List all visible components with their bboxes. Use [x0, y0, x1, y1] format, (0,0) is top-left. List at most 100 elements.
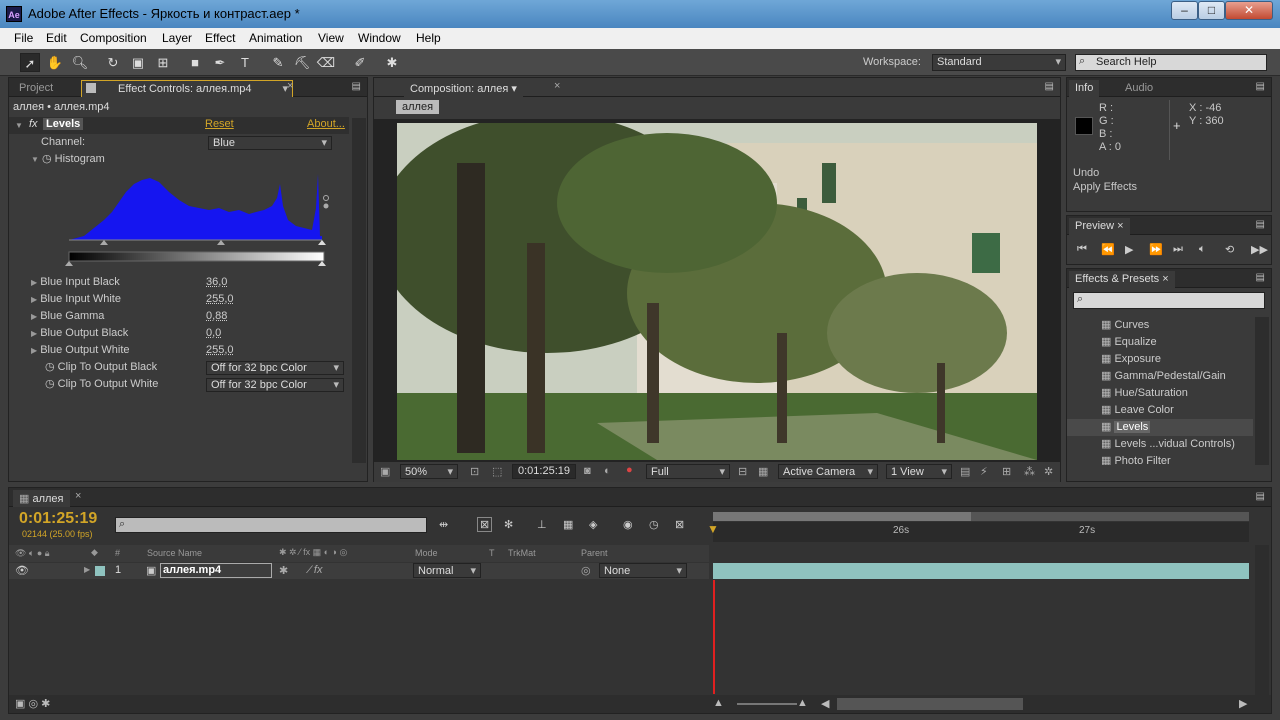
effects-scrollbar[interactable]: [1255, 317, 1269, 465]
work-area-bar[interactable]: [713, 512, 1249, 521]
clip-black-dropdown[interactable]: Off for 32 bpc Color: [206, 361, 344, 375]
list-item[interactable]: ▦ Equalize: [1101, 334, 1157, 351]
pick-whip-icon[interactable]: ◎: [581, 564, 591, 577]
effect-controls-scrollbar[interactable]: [352, 118, 366, 463]
clone-stamp-tool-icon[interactable]: ⛏: [292, 53, 312, 72]
column-t[interactable]: T: [489, 548, 495, 558]
graph-editor-icon[interactable]: ⊠: [675, 518, 684, 531]
visibility-eye-icon[interactable]: 👁︎: [15, 564, 29, 577]
prop-value-gamma[interactable]: 0,88: [206, 308, 227, 325]
view-layout-dropdown[interactable]: 1 View: [886, 464, 952, 480]
list-item[interactable]: ▦ Photo Filter: [1101, 453, 1171, 465]
tab-effect-controls[interactable]: Effect Controls: аллея.mp4 ▾: [81, 80, 293, 97]
panel-menu-icon[interactable]: ▤: [1256, 219, 1265, 230]
first-frame-icon[interactable]: ⏮: [1077, 243, 1087, 256]
always-preview-icon[interactable]: ▣: [380, 465, 390, 478]
zoom-in-icon[interactable]: ▲: [797, 697, 808, 709]
timeline-vscrollbar[interactable]: [1255, 545, 1269, 695]
hide-shy-icon[interactable]: ✻: [504, 518, 513, 531]
panel-menu-icon[interactable]: ▤: [352, 81, 361, 92]
stopwatch-icon[interactable]: ◷: [649, 518, 659, 531]
table-row[interactable]: 👁︎ ▶ 1 ▣ аллея.mp4 ✱ ⁄ fx Normal ◎ None: [9, 563, 709, 579]
list-item[interactable]: ▦ Leave Color: [1101, 402, 1174, 419]
tab-composition[interactable]: Composition: аллея ▾: [404, 80, 523, 97]
label-icon[interactable]: ◆: [91, 547, 98, 558]
prop-row-gamma[interactable]: ▶ Blue Gamma: [31, 308, 104, 325]
histogram[interactable]: [64, 170, 334, 270]
puppet-tool-icon[interactable]: ✱: [382, 53, 402, 72]
color-channels-icon[interactable]: ●: [626, 464, 633, 476]
channel-dropdown[interactable]: Blue: [208, 136, 332, 150]
tab-info[interactable]: Info: [1069, 80, 1100, 97]
panel-menu-icon[interactable]: ▤: [1256, 491, 1265, 502]
camera-tool-icon[interactable]: ▣: [128, 53, 148, 72]
list-item[interactable]: ▦ Levels ...vidual Controls): [1101, 436, 1235, 453]
menu-layer[interactable]: Layer: [162, 31, 192, 45]
prop-row-input-black[interactable]: ▶ Blue Input Black: [31, 274, 120, 291]
histogram-row[interactable]: ▼ ◷ Histogram: [31, 151, 105, 168]
resolution-dropdown[interactable]: Full: [646, 464, 730, 480]
safe-margins-icon[interactable]: ⊡: [470, 465, 479, 478]
menu-file[interactable]: File: [14, 31, 33, 45]
roto-brush-tool-icon[interactable]: ✐: [350, 53, 370, 72]
timeline-hscrollbar[interactable]: [837, 698, 1023, 710]
menu-help[interactable]: Help: [416, 31, 441, 45]
collapse-triangle-icon[interactable]: ▼: [15, 121, 23, 130]
layer-parent-dropdown[interactable]: None: [599, 563, 687, 579]
label-color-swatch[interactable]: [95, 566, 105, 576]
type-tool-icon[interactable]: T: [235, 53, 255, 72]
fx-icon[interactable]: fx: [29, 118, 38, 130]
fast-previews-icon[interactable]: ⚡︎: [980, 465, 988, 478]
collapse-switch-icon[interactable]: ✱: [279, 564, 288, 577]
switches-icon[interactable]: ✱ ✲ ⁄ fx ▦ ◐ ◑ ◎: [279, 547, 347, 558]
tab-preview[interactable]: Preview ×: [1069, 218, 1130, 235]
zoom-out-icon[interactable]: ▲: [713, 697, 724, 709]
prop-row-input-white[interactable]: ▶ Blue Input White: [31, 291, 121, 308]
prop-row-output-white[interactable]: ▶ Blue Output White: [31, 342, 130, 359]
timeline-search-input[interactable]: ⌕: [115, 517, 427, 533]
column-source-name[interactable]: Source Name: [147, 548, 202, 558]
zoom-tool-icon[interactable]: 🔍︎: [70, 53, 90, 72]
prop-value-input-white[interactable]: 255,0: [206, 291, 234, 308]
layer-duration-bar[interactable]: [713, 563, 1249, 579]
list-item[interactable]: ▦ Hue/Saturation: [1101, 385, 1188, 402]
tab-audio[interactable]: Audio: [1119, 80, 1159, 97]
zoom-dropdown[interactable]: 50%: [400, 464, 458, 480]
expand-triangle-icon[interactable]: ▶: [84, 565, 90, 574]
show-snapshot-icon[interactable]: ◐: [604, 465, 611, 477]
pen-tool-icon[interactable]: ✒: [210, 53, 230, 72]
timeline-icon[interactable]: ⊞: [1002, 465, 1011, 478]
menu-edit[interactable]: Edit: [46, 31, 67, 45]
panel-menu-icon[interactable]: ▤: [1256, 81, 1265, 92]
minimize-button[interactable]: –: [1171, 1, 1198, 20]
collapse-triangle-icon[interactable]: ▼: [31, 155, 39, 164]
toggle-switches-icon[interactable]: ▣ ◎ ✱: [15, 697, 50, 710]
close-tab-icon[interactable]: ×: [75, 490, 81, 502]
draft-3d-icon[interactable]: ⊠: [477, 517, 493, 532]
list-item[interactable]: ▦ Exposure: [1101, 351, 1161, 368]
scroll-left-icon[interactable]: ◀: [821, 697, 829, 710]
eraser-tool-icon[interactable]: ⌫: [316, 53, 336, 72]
mask-visibility-icon[interactable]: ⬚: [492, 465, 502, 478]
tab-effects-presets[interactable]: Effects & Presets ×: [1069, 271, 1175, 288]
play-icon[interactable]: ▶: [1125, 243, 1133, 256]
rectangle-tool-icon[interactable]: ■: [185, 53, 205, 72]
scroll-right-icon[interactable]: ▶: [1239, 697, 1247, 710]
panel-menu-icon[interactable]: ▤: [1045, 81, 1054, 92]
snapshot-icon[interactable]: ◙: [584, 465, 591, 477]
loop-icon[interactable]: ⟲: [1225, 243, 1234, 256]
toggle-pixel-icon[interactable]: ▤: [960, 465, 970, 478]
maximize-button[interactable]: □: [1198, 1, 1225, 20]
audio-icon[interactable]: 🔈︎: [1199, 243, 1206, 256]
next-frame-icon[interactable]: ⏩: [1149, 243, 1163, 256]
column-mode[interactable]: Mode: [415, 548, 438, 558]
menu-effect[interactable]: Effect: [205, 31, 235, 45]
list-item[interactable]: ▦ Curves: [1101, 317, 1149, 334]
effects-search-input[interactable]: ⌕: [1073, 292, 1265, 309]
camera-dropdown[interactable]: Active Camera: [778, 464, 878, 480]
menu-view[interactable]: View: [318, 31, 344, 45]
selection-tool-icon[interactable]: ➚: [20, 53, 40, 72]
menu-composition[interactable]: Composition: [80, 31, 147, 45]
ram-preview-icon[interactable]: ▶▶: [1251, 243, 1268, 256]
motion-blur-icon[interactable]: ▦: [563, 518, 573, 531]
